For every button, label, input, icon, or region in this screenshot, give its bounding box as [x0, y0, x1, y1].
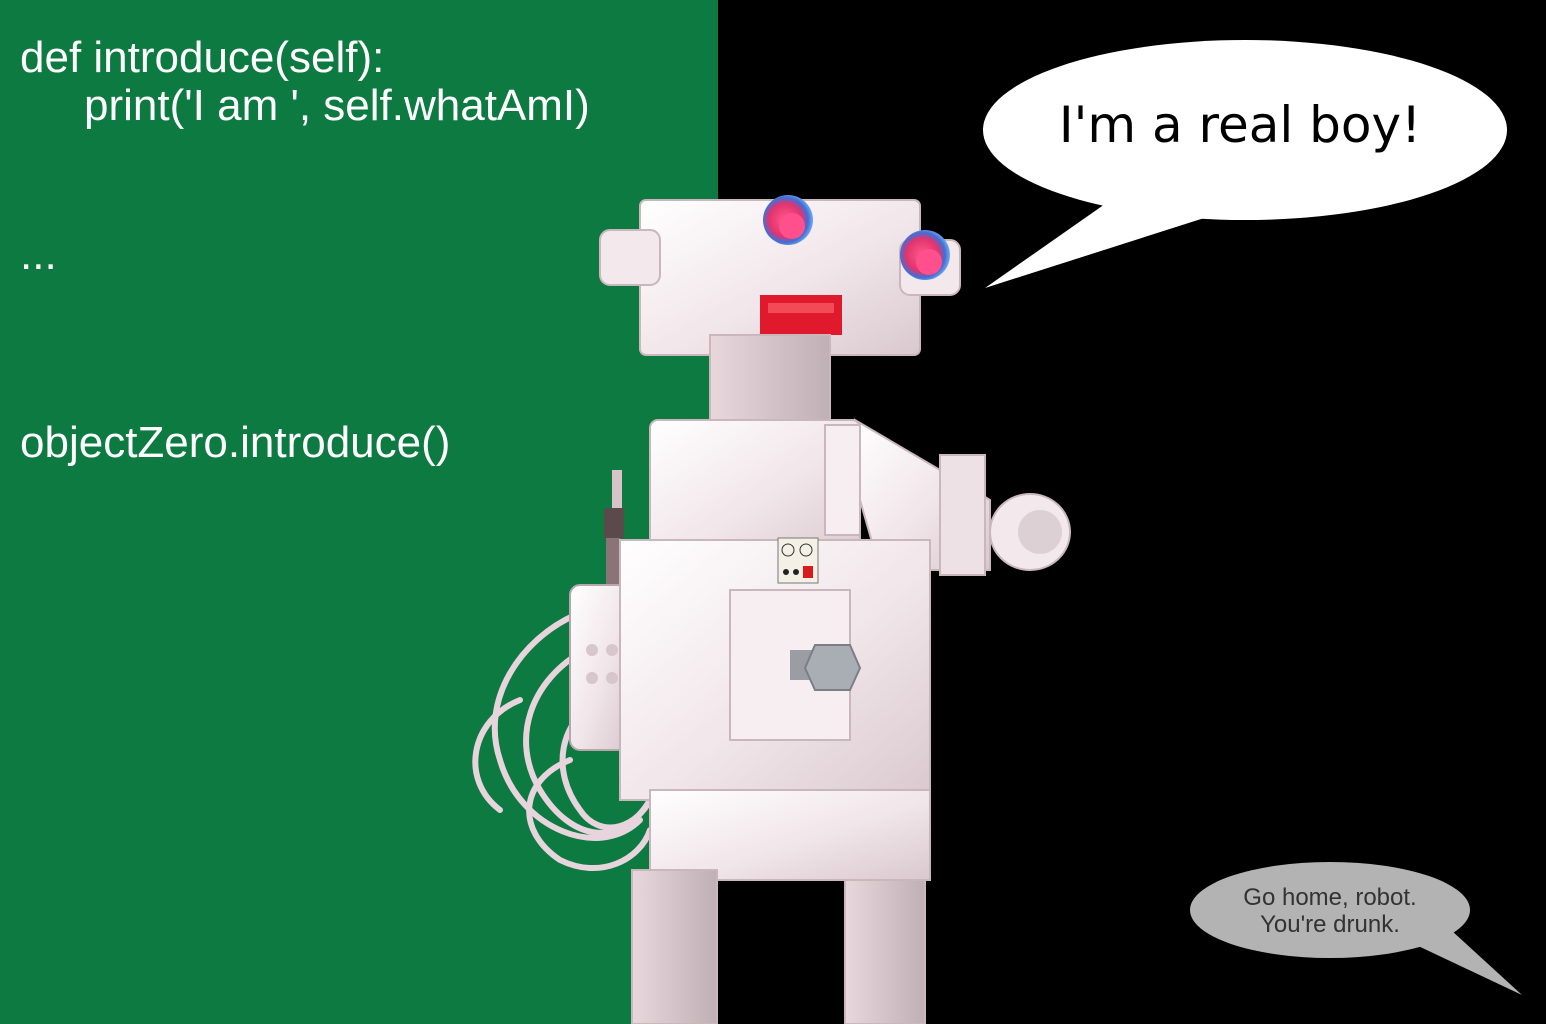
meme-image: def introduce(self): print('I am ', self…	[0, 0, 1546, 1024]
small-bubble-line-1: Go home, robot.	[1243, 884, 1417, 911]
small-bubble-line-2: You're drunk.	[1260, 911, 1400, 938]
small-bubble-text: Go home, robot. You're drunk.	[1195, 884, 1465, 938]
speech-bubble	[983, 40, 1507, 288]
robot-head	[599, 195, 961, 356]
speech-bubble-text: I'm a real boy!	[1058, 96, 1422, 154]
robot-legs	[631, 869, 926, 1024]
robot-neck	[709, 334, 831, 431]
